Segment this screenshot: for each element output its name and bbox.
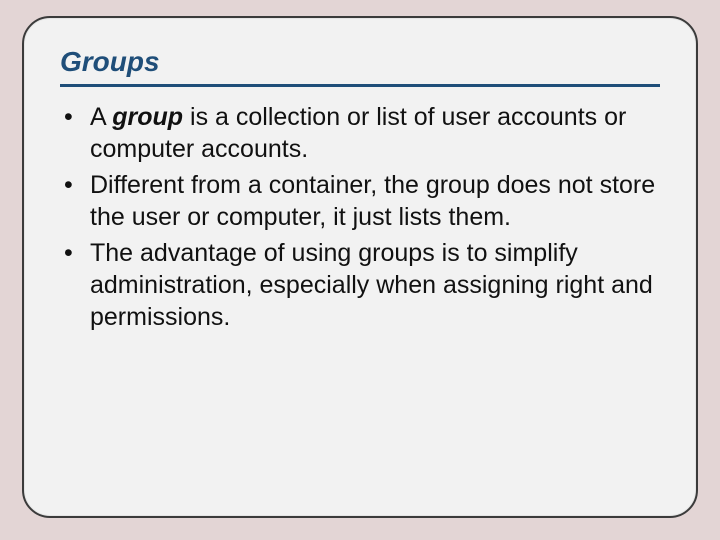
list-item: A group is a collection or list of user …: [60, 101, 660, 165]
slide-title: Groups: [60, 46, 660, 78]
content-panel: Groups A group is a collection or list o…: [22, 16, 698, 518]
bullet-emph-word: group: [112, 103, 183, 131]
bullet-text: Different from a container, the group do…: [90, 171, 655, 231]
bullet-text: The advantage of using groups is to simp…: [90, 239, 653, 331]
list-item: The advantage of using groups is to simp…: [60, 237, 660, 333]
bullet-text-prefix: A: [90, 103, 112, 131]
slide-container: Groups A group is a collection or list o…: [0, 0, 720, 540]
bullet-list: A group is a collection or list of user …: [60, 101, 660, 333]
list-item: Different from a container, the group do…: [60, 169, 660, 233]
title-divider: [60, 84, 660, 87]
